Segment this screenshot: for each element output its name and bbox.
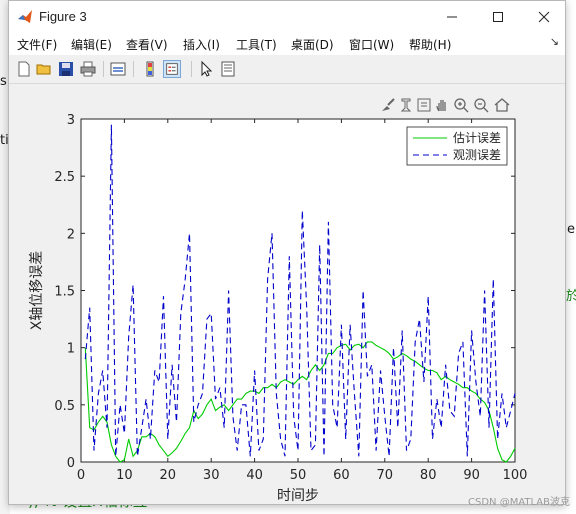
- x-tick-label: 90: [463, 468, 480, 483]
- figure-window: Figure 3 文件(F) 编辑(E) 查看(V) 插入(I) 工具(T) 桌…: [8, 0, 566, 505]
- figure-toolbar: [9, 55, 565, 84]
- x-tick-label: 100: [503, 468, 528, 483]
- watermark-text: CSDN @MATLAB波克: [468, 497, 570, 508]
- close-icon: [538, 11, 550, 23]
- menu-view[interactable]: 查看(V): [126, 36, 168, 53]
- link-plot-icon[interactable]: [109, 60, 127, 78]
- menu-help[interactable]: 帮助(H): [409, 36, 451, 53]
- legend-label: 观测误差: [453, 148, 501, 162]
- zoom-out-icon[interactable]: [472, 96, 490, 114]
- print-icon[interactable]: [79, 60, 97, 78]
- y-axis-label: X轴位移误差: [29, 251, 45, 331]
- zoom-in-icon[interactable]: [452, 96, 470, 114]
- x-tick-label: 70: [377, 468, 394, 483]
- x-tick-label: 10: [116, 468, 133, 483]
- pan-icon[interactable]: [433, 96, 451, 114]
- figure-canvas: 0 10 20 30 40 50 60 70 80 90 100 0 0.5 1 1.5 2 2.5 3 时间步 X轴…: [9, 84, 565, 504]
- new-figure-icon[interactable]: [15, 60, 33, 78]
- export-icon[interactable]: [415, 96, 433, 114]
- toolbar-separator: [103, 61, 104, 77]
- minimize-button[interactable]: [430, 1, 474, 33]
- window-title: Figure 3: [39, 9, 87, 24]
- background-fragment: s: [0, 74, 7, 89]
- y-tick-label: 3: [67, 113, 75, 128]
- maximize-button[interactable]: [476, 1, 520, 33]
- insert-colorbar-icon[interactable]: [141, 60, 159, 78]
- plot-svg: 0 10 20 30 40 50 60 70 80 90 100 0 0.5 1 1.5 2 2.5 3 时间步 X轴…: [29, 113, 527, 504]
- brush-icon[interactable]: [379, 96, 397, 114]
- y-tick-label: 2: [67, 227, 75, 242]
- toolbar-separator: [133, 61, 134, 77]
- property-inspector-icon[interactable]: [219, 60, 237, 78]
- matlab-app-icon: [18, 10, 32, 23]
- x-tick-label: 40: [246, 468, 263, 483]
- toolbar-separator: [191, 61, 192, 77]
- background-fragment: 於: [566, 289, 576, 304]
- y-tick-label: 0.5: [54, 399, 75, 414]
- edit-plot-icon[interactable]: [197, 60, 215, 78]
- x-tick-label: 60: [333, 468, 350, 483]
- menu-insert[interactable]: 插入(I): [183, 36, 220, 53]
- y-tick-label: 1: [67, 342, 75, 357]
- menu-edit[interactable]: 编辑(E): [71, 36, 112, 53]
- menu-tools[interactable]: 工具(T): [236, 36, 277, 53]
- menu-window[interactable]: 窗口(W): [349, 36, 394, 53]
- x-tick-label: 80: [420, 468, 437, 483]
- x-tick-label: 50: [290, 468, 307, 483]
- menu-file[interactable]: 文件(F): [17, 36, 57, 53]
- x-tick-label: 0: [77, 468, 85, 483]
- x-tick-label: 20: [160, 468, 177, 483]
- y-tick-label: 1.5: [54, 285, 75, 300]
- x-axis-label: 时间步: [277, 488, 319, 504]
- y-tick-label: 2.5: [54, 170, 75, 185]
- background-fragment: e: [567, 222, 575, 237]
- plot-area[interactable]: [80, 118, 516, 463]
- menu-desktop[interactable]: 桌面(D): [291, 36, 334, 53]
- title-bar: Figure 3: [9, 1, 565, 33]
- menu-bar: 文件(F) 编辑(E) 查看(V) 插入(I) 工具(T) 桌面(D) 窗口(W…: [9, 33, 565, 55]
- open-file-icon[interactable]: [35, 60, 53, 78]
- legend-label: 估计误差: [453, 131, 501, 145]
- insert-legend-icon[interactable]: [163, 60, 181, 78]
- restore-view-icon[interactable]: [493, 96, 511, 114]
- menu-overflow-icon[interactable]: ↘: [550, 35, 559, 48]
- maximize-icon: [493, 12, 503, 22]
- background-editor-right: [566, 0, 576, 514]
- minimize-icon: [447, 16, 457, 18]
- y-tick-label: 0: [67, 456, 75, 471]
- axes[interactable]: 0 10 20 30 40 50 60 70 80 90 100 0 0.5 1 1.5 2 2.5 3 时间步 X轴…: [29, 113, 527, 504]
- close-button[interactable]: [522, 1, 566, 33]
- save-icon[interactable]: [57, 60, 75, 78]
- x-tick-label: 30: [203, 468, 220, 483]
- data-tips-icon[interactable]: [397, 96, 415, 114]
